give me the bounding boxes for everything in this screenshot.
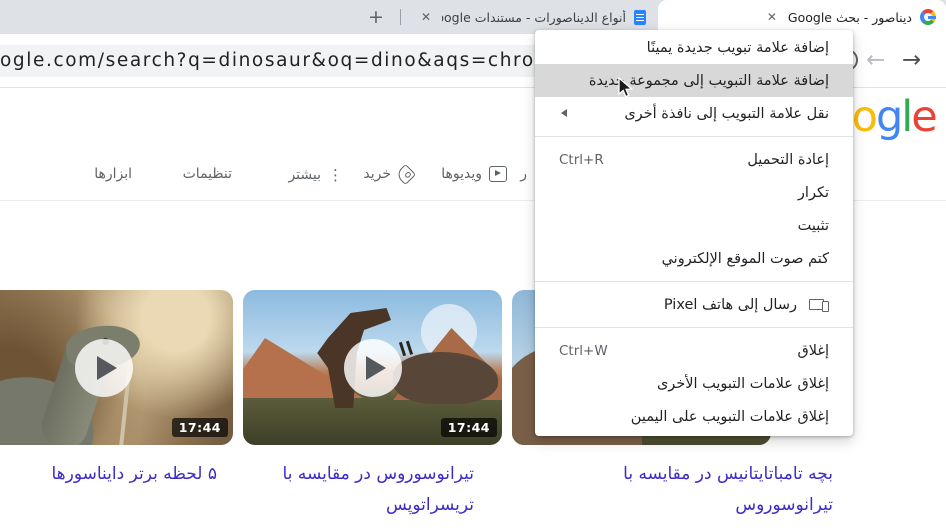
tab-title: أنواع الديناصورات - مستندات Google [442, 10, 626, 25]
video-icon [489, 166, 507, 182]
filter-label: تنظیمات [183, 166, 232, 182]
menu-shortcut: Ctrl+W [559, 343, 608, 359]
browser-window: + أنواع الديناصورات - مستندات Google ✕ د… [0, 0, 946, 532]
logo-letter: g [876, 92, 901, 142]
menu-item-duplicate[interactable]: تكرار [535, 176, 853, 209]
filter-more[interactable]: ⋮ بیشتر [288, 166, 343, 184]
submenu-arrow-icon [561, 109, 567, 117]
menu-item-label: تثبيت [798, 218, 829, 234]
menu-item-move-tab-to-other-window[interactable]: نقل علامة التبويب إلى نافذة أخرى [535, 97, 853, 130]
google-g-icon [920, 9, 936, 25]
menu-separator [535, 327, 853, 328]
tab-divider [400, 9, 401, 25]
filter-tools[interactable]: ابزارها [94, 166, 132, 182]
menu-item-reload[interactable]: إعادة التحميل Ctrl+R [535, 143, 853, 176]
tab-close-icon[interactable]: ✕ [418, 9, 434, 25]
menu-separator [535, 281, 853, 282]
tab-title: ديناصور - بحث Google [788, 10, 912, 25]
menu-separator [535, 136, 853, 137]
logo-letter: e [911, 92, 935, 142]
logo-letter: o [852, 92, 876, 142]
filter-fragment: ر [520, 166, 527, 182]
back-icon[interactable]: → [902, 46, 921, 74]
more-dots-icon: ⋮ [328, 166, 343, 184]
menu-item-new-tab-right[interactable]: إضافة علامة تبويب جديدة يمينًا [535, 31, 853, 64]
menu-item-label: نقل علامة التبويب إلى نافذة أخرى [624, 106, 829, 122]
mouse-cursor [617, 77, 637, 99]
video-thumbnail-2[interactable]: 17:44 [243, 290, 502, 445]
play-icon[interactable] [344, 339, 402, 397]
filter-settings[interactable]: تنظیمات [183, 166, 232, 182]
forward-icon[interactable]: ← [866, 46, 885, 74]
menu-item-label: إغلاق علامات التبويب الأخرى [657, 376, 829, 392]
tab-context-menu: إضافة علامة تبويب جديدة يمينًا إضافة علا… [535, 30, 853, 436]
filter-label: خرید [363, 166, 391, 182]
menu-item-mute-site[interactable]: كتم صوت الموقع الإلكتروني [535, 242, 853, 275]
menu-shortcut: Ctrl+R [559, 152, 604, 168]
google-docs-icon [634, 10, 646, 25]
tab-google-search[interactable]: ديناصور - بحث Google ✕ [658, 0, 946, 34]
filter-label: ابزارها [94, 166, 132, 182]
menu-item-label: إغلاق علامات التبويب على اليمين [631, 409, 829, 425]
video-duration: 17:44 [441, 418, 497, 437]
menu-item-label: إعادة التحميل [747, 152, 829, 168]
menu-item-label: كتم صوت الموقع الإلكتروني [662, 251, 829, 267]
menu-item-add-tab-to-new-group[interactable]: إضافة علامة التبويب إلى مجموعة جديدة [535, 64, 853, 97]
menu-item-close-tabs-to-right[interactable]: إغلاق علامات التبويب على اليمين [535, 400, 853, 433]
filter-label: ویدیوها [441, 166, 482, 182]
menu-item-pin[interactable]: تثبيت [535, 209, 853, 242]
new-tab-button[interactable]: + [364, 5, 388, 29]
video-title-link[interactable]: ۵ لحظه برتر دایناسورها [20, 459, 217, 490]
devices-icon [809, 298, 829, 312]
video-thumbnail-1[interactable]: 17:44 [0, 290, 233, 445]
filter-shopping[interactable]: خرید [363, 166, 413, 182]
menu-item-label: تكرار [798, 185, 829, 201]
menu-item-label: إضافة علامة تبويب جديدة يمينًا [647, 40, 829, 56]
video-title-link[interactable]: بچه تامباتایتانیس در مقایسه با تیرانوسور… [580, 459, 833, 521]
filter-videos[interactable]: ویدیوها [441, 166, 507, 182]
menu-item-close-other-tabs[interactable]: إغلاق علامات التبويب الأخرى [535, 367, 853, 400]
video-title-link[interactable]: تیرانوسوروس در مقایسه با تریسراتوپس [253, 459, 474, 521]
tab-close-icon[interactable]: ✕ [764, 9, 780, 25]
menu-item-close[interactable]: إغلاق Ctrl+W [535, 334, 853, 367]
menu-item-send-to-pixel[interactable]: رسال إلى هاتف Pixel [535, 288, 853, 321]
video-duration: 17:44 [172, 418, 228, 437]
menu-item-label: رسال إلى هاتف Pixel [664, 297, 797, 313]
menu-item-label: إغلاق [797, 343, 829, 359]
tab-google-docs[interactable]: أنواع الديناصورات - مستندات Google ✕ [408, 0, 656, 34]
filter-label: بیشتر [288, 167, 321, 183]
play-icon[interactable] [75, 339, 133, 397]
filter-label: ر [520, 166, 527, 182]
tag-icon [395, 163, 416, 184]
logo-letter: l [901, 92, 911, 142]
